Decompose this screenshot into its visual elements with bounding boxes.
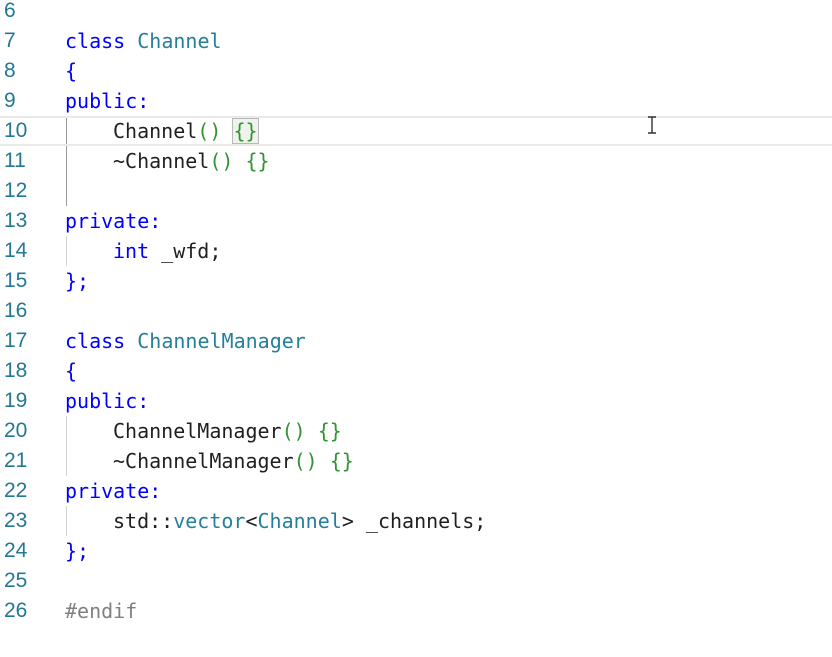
preprocessor-directive: #endif	[65, 599, 138, 623]
template-type-token: vector	[173, 509, 246, 533]
line-number: 8	[4, 59, 16, 82]
matched-braces-token: {}	[232, 118, 259, 144]
function-name-token: Channel	[113, 119, 198, 143]
code-text: class ChannelManager	[65, 326, 306, 356]
line-number: 15	[4, 269, 28, 292]
code-line[interactable]: 11 ~Channel() {}	[0, 146, 832, 176]
line-number: 23	[4, 509, 28, 532]
line-number: 17	[4, 329, 28, 352]
code-line[interactable]: 17 class ChannelManager	[0, 326, 832, 356]
template-arg-token: Channel	[257, 509, 342, 533]
line-number: 19	[4, 389, 28, 412]
parens-token: ()	[281, 419, 306, 443]
code-line[interactable]: 14 int _wfd;	[0, 236, 832, 266]
code-line[interactable]: 13 private:	[0, 206, 832, 236]
function-name-token: ~ChannelManager	[113, 449, 294, 473]
code-line[interactable]: 22 private:	[0, 476, 832, 506]
line-number: 20	[4, 419, 28, 442]
code-line[interactable]: 9 public:	[0, 86, 832, 116]
code-text: };	[65, 269, 90, 293]
code-line[interactable]: 8 {	[0, 56, 832, 86]
access-specifier: private:	[65, 209, 162, 233]
function-name-token: ChannelManager	[113, 419, 282, 443]
line-number: 13	[4, 209, 28, 232]
code-text: Channel() {}	[113, 116, 259, 146]
namespace-token: std::	[113, 509, 174, 533]
line-number: 14	[4, 239, 28, 262]
line-number: 12	[4, 179, 28, 202]
line-number: 26	[4, 599, 28, 622]
code-text: ChannelManager() {}	[113, 416, 342, 446]
line-number: 9	[4, 89, 16, 112]
braces-token: {}	[317, 419, 342, 443]
line-number: 25	[4, 569, 28, 592]
access-specifier: private:	[65, 479, 162, 503]
code-text: std::vector<Channel> _channels;	[113, 506, 486, 536]
braces-token: {}	[245, 149, 270, 173]
keyword-token: int	[113, 239, 150, 263]
class-name-token: Channel	[137, 29, 222, 53]
code-line[interactable]: 16	[0, 296, 832, 326]
class-name-token: ChannelManager	[137, 329, 306, 353]
code-line[interactable]: 7 class Channel	[0, 26, 832, 56]
code-line[interactable]: 6	[0, 0, 832, 26]
angle-open-token: <	[245, 509, 258, 533]
parens-token: ()	[293, 449, 318, 473]
line-number: 10	[4, 119, 28, 142]
code-line[interactable]: 23 std::vector<Channel> _channels;	[0, 506, 832, 536]
line-number: 7	[4, 29, 16, 52]
code-text: ~Channel() {}	[113, 146, 270, 176]
code-text: int _wfd;	[113, 236, 221, 266]
text-cursor-icon	[648, 116, 656, 134]
line-number: 11	[4, 149, 26, 172]
code-editor[interactable]: 6 7 class Channel 8 { 9 public: 10 Chann…	[0, 0, 832, 657]
code-text: ~ChannelManager() {}	[113, 446, 354, 476]
code-line-current[interactable]: 10 Channel() {}	[0, 116, 832, 146]
braces-token: {}	[329, 449, 354, 473]
code-text: {	[65, 59, 78, 83]
line-number: 21	[4, 449, 28, 472]
function-name-token: ~Channel	[113, 149, 210, 173]
code-text: {	[65, 359, 78, 383]
keyword-token: class	[65, 29, 126, 53]
code-line[interactable]: 12	[0, 176, 832, 206]
code-line[interactable]: 25	[0, 566, 832, 596]
line-number: 18	[4, 359, 28, 382]
access-specifier: public:	[65, 89, 150, 113]
parens-token: ()	[197, 119, 222, 143]
member-token: _wfd;	[161, 239, 222, 263]
code-line[interactable]: 19 public:	[0, 386, 832, 416]
line-number: 6	[4, 0, 16, 22]
code-line[interactable]: 21 ~ChannelManager() {}	[0, 446, 832, 476]
code-line[interactable]: 24 };	[0, 536, 832, 566]
code-line[interactable]: 20 ChannelManager() {}	[0, 416, 832, 446]
access-specifier: public:	[65, 389, 150, 413]
code-text: class Channel	[65, 26, 222, 56]
angle-close-token: >	[341, 509, 354, 533]
code-line[interactable]: 26 #endif	[0, 596, 832, 626]
keyword-token: class	[65, 329, 126, 353]
line-number: 22	[4, 479, 28, 502]
code-line[interactable]: 15 };	[0, 266, 832, 296]
code-text: };	[65, 539, 90, 563]
line-number: 24	[4, 539, 28, 562]
member-token: _channels;	[365, 509, 487, 533]
line-number: 16	[4, 299, 28, 322]
parens-token: ()	[209, 149, 234, 173]
code-line[interactable]: 18 {	[0, 356, 832, 386]
